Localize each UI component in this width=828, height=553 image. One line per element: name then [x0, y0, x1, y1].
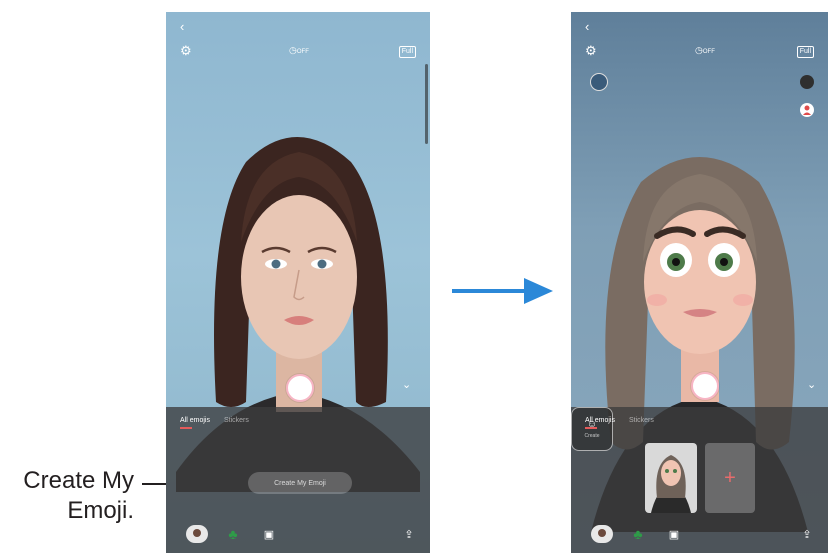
left-phone-screen: ‹ ⚙ ◷OFF Full ⌄ All emojis Stickers Crea — [166, 12, 430, 553]
add-emoji-button[interactable]: + — [705, 443, 755, 513]
bottom-mode-bar: ♣ ▣ ⇪ — [166, 523, 430, 545]
timer-label: OFF — [702, 49, 715, 55]
full-ratio-button[interactable]: Full — [398, 46, 416, 58]
tab-all-emojis[interactable]: All emojis — [585, 417, 615, 429]
full-ratio-button[interactable]: Full — [796, 46, 814, 58]
chevron-down-icon[interactable]: ⌄ — [402, 378, 411, 391]
callout-line1: Create My — [23, 467, 134, 494]
my-emoji-thumb-image — [651, 455, 691, 513]
emoji-panel: All emojis Stickers Create My Emoji ♣ ▣ … — [166, 407, 430, 553]
shutter-button[interactable] — [286, 374, 314, 402]
avatar-icon[interactable] — [591, 525, 613, 543]
chevron-down-icon[interactable]: ⌄ — [807, 378, 816, 391]
timer-icon[interactable]: ◷OFF — [695, 45, 715, 58]
avatar-icon[interactable] — [186, 525, 208, 543]
share-icon[interactable]: ⇪ — [400, 525, 418, 543]
create-emoji-thumb-label: Create — [584, 433, 600, 439]
back-icon[interactable]: ‹ — [180, 20, 184, 33]
emoji-tabs: All emojis Stickers — [585, 417, 654, 429]
right-phone-screen: ‹ ⚙ ◷OFF Full ⌄ All emojis Stickers ☺ Cr… — [571, 12, 828, 553]
sticker-icon[interactable]: ▣ — [260, 525, 278, 543]
sticker-icon[interactable]: ▣ — [665, 525, 683, 543]
my-emoji-thumb[interactable] — [645, 443, 697, 513]
callout-caption: Create My Emoji. — [0, 466, 134, 526]
emoji-tabs: All emojis Stickers — [180, 417, 249, 429]
effect-toggle-icon[interactable] — [590, 73, 608, 91]
transition-arrow — [452, 278, 553, 304]
timer-label: OFF — [296, 49, 309, 55]
clover-icon[interactable]: ♣ — [224, 525, 242, 543]
tab-all-emojis[interactable]: All emojis — [180, 417, 210, 429]
emoji-panel: All emojis Stickers ☺ Create + ♣ ▣ ⇪ — [571, 407, 828, 553]
create-emoji-thumb[interactable]: ☺ Create — [571, 407, 613, 451]
gear-icon[interactable]: ⚙ — [180, 44, 192, 57]
timer-icon[interactable]: ◷OFF — [289, 45, 309, 58]
create-my-emoji-button[interactable]: Create My Emoji — [248, 472, 352, 494]
tab-stickers[interactable]: Stickers — [629, 417, 654, 424]
person-mode-icon[interactable] — [800, 75, 814, 89]
gear-icon[interactable]: ⚙ — [585, 44, 597, 57]
back-icon[interactable]: ‹ — [585, 20, 589, 33]
tab-stickers[interactable]: Stickers — [224, 417, 249, 424]
shutter-button[interactable] — [691, 372, 719, 400]
bottom-mode-bar: ♣ ▣ ⇪ — [571, 523, 828, 545]
share-icon[interactable]: ⇪ — [798, 525, 816, 543]
clover-icon[interactable]: ♣ — [629, 525, 647, 543]
callout-line2: Emoji. — [67, 497, 134, 524]
